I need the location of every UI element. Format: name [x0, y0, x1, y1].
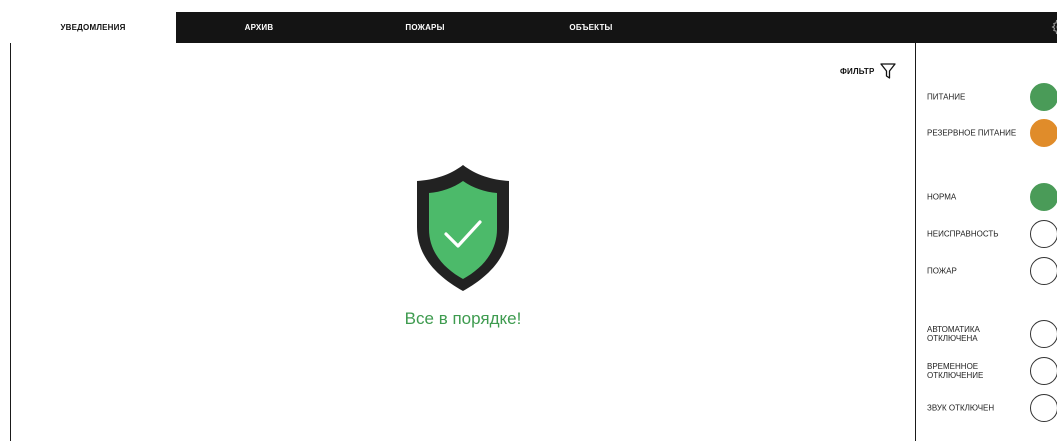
indicator-lamp: [1030, 83, 1057, 111]
indicator-label: НЕИСПРАВНОСТЬ: [927, 229, 999, 239]
indicator-power: ПИТАНИЕ: [927, 82, 1057, 112]
indicator-label: ПИТАНИЕ: [927, 92, 966, 102]
indicator-label: ВРЕМЕННОЕ ОТКЛЮЧЕНИЕ: [927, 362, 984, 380]
top-tab-bar: УВЕДОМЛЕНИЯ АРХИВ ПОЖАРЫ ОБЪЕКТЫ: [10, 12, 1057, 43]
indicator-normal: НОРМА: [927, 182, 1057, 212]
indicator-fire: ПОЖАР: [927, 256, 1057, 286]
indicator-lamp: [1030, 257, 1057, 285]
indicator-lamp: [1030, 357, 1057, 385]
indicator-lamp: [1030, 183, 1057, 211]
indicator-backup-power: РЕЗЕРВНОЕ ПИТАНИЕ: [927, 118, 1057, 148]
tab-fires[interactable]: ПОЖАРЫ: [342, 12, 508, 43]
indicator-sound-off: ЗВУК ОТКЛЮЧЕН: [927, 393, 1057, 423]
shield-check-icon: [417, 165, 509, 291]
indicator-temporary-disable: ВРЕМЕННОЕ ОТКЛЮЧЕНИЕ: [927, 356, 1057, 386]
indicator-lamp: [1030, 394, 1057, 422]
filter-label: ФИЛЬТР: [840, 66, 875, 76]
indicator-label: ЗВУК ОТКЛЮЧЕН: [927, 403, 995, 413]
gear-icon[interactable]: [1049, 16, 1057, 38]
indicator-fault: НЕИСПРАВНОСТЬ: [927, 219, 1057, 249]
filter-button[interactable]: ФИЛЬТР: [840, 61, 896, 81]
main-content-area: ФИЛЬТР Все в порядке!: [10, 43, 916, 441]
tab-notifications[interactable]: УВЕДОМЛЕНИЯ: [10, 12, 176, 43]
indicator-label: РЕЗЕРВНОЕ ПИТАНИЕ: [927, 128, 1017, 138]
status-indicator-panel: ПИТАНИЕ РЕЗЕРВНОЕ ПИТАНИЕ НОРМА НЕИСПРАВ…: [917, 43, 1057, 441]
indicator-automation-disabled: АВТОМАТИКА ОТКЛЮЧЕНА: [927, 319, 1057, 349]
tab-archive[interactable]: АРХИВ: [176, 12, 342, 43]
tab-objects[interactable]: ОБЪЕКТЫ: [508, 12, 674, 43]
indicator-lamp: [1030, 320, 1057, 348]
filter-funnel-icon: [879, 63, 896, 79]
indicator-lamp: [1030, 119, 1057, 147]
indicator-lamp: [1030, 220, 1057, 248]
status-message: Все в порядке!: [404, 309, 522, 328]
indicator-label: НОРМА: [927, 192, 957, 202]
indicator-label: ПОЖАР: [927, 266, 957, 276]
indicator-label: АВТОМАТИКА ОТКЛЮЧЕНА: [927, 325, 980, 343]
app-window: УВЕДОМЛЕНИЯ АРХИВ ПОЖАРЫ ОБЪЕКТЫ ФИЛЬТР …: [0, 0, 1057, 441]
